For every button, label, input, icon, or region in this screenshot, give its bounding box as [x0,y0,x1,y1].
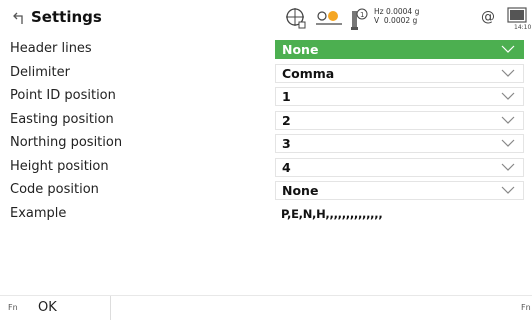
point-id-position-label: Point ID position [10,88,116,103]
page-title: Settings [31,8,102,26]
delimiter-select[interactable]: Comma [275,63,524,83]
point-id-position-value: 1 [282,89,291,104]
header-lines-value: None [282,42,319,57]
settings-list: Header lines None Delimiter Comma Point … [0,38,532,226]
row-point-id-position: Point ID position 1 [0,85,532,109]
battery-icon [507,7,527,23]
code-position-label: Code position [10,182,99,197]
back-icon[interactable] [13,11,25,25]
northing-position-label: Northing position [10,135,123,150]
ok-label: OK [38,300,57,315]
row-delimiter: Delimiter Comma [0,62,532,86]
delimiter-value: Comma [282,65,335,81]
point-id-position-select[interactable]: 1 [275,87,524,106]
prism-number: 1 [360,11,364,19]
row-example: Example P,E,N,H,,,,,,,,,,,,,, [0,203,532,227]
easting-position-select[interactable]: 2 [275,110,524,130]
northing-position-value: 3 [282,136,291,151]
chevron-down-icon [501,116,515,124]
chevron-down-icon [501,186,515,194]
row-northing-position: Northing position 3 [0,132,532,156]
chevron-down-icon [501,92,515,100]
northing-position-select[interactable]: 3 [275,134,524,153]
ok-button[interactable]: OK [30,296,111,320]
chevron-down-icon [501,69,515,77]
row-height-position: Height position 4 [0,156,532,180]
row-header-lines: Header lines None [0,38,532,62]
at-symbol[interactable]: @ [481,9,495,25]
title-bar: Settings 1 Hz 0.0004 g V 0.0002 g @ 14:1… [0,0,532,37]
fn-key-left[interactable]: Fn [8,303,18,312]
height-position-select[interactable]: 4 [275,157,524,177]
height-position-value: 4 [282,159,291,175]
example-value: P,E,N,H,,,,,,,,,,,,,, [281,206,383,221]
header-lines-select[interactable]: None [275,40,524,59]
height-position-label: Height position [10,158,109,174]
delimiter-label: Delimiter [10,64,70,80]
chevron-down-icon [501,163,515,171]
hz-readout: Hz 0.0004 g [374,7,420,16]
fn-key-right[interactable]: Fn [521,303,531,312]
code-position-value: None [282,183,319,198]
header-lines-label: Header lines [10,41,92,56]
code-position-select[interactable]: None [275,181,524,200]
prism-icon[interactable] [313,3,345,33]
target-search-icon[interactable] [283,3,307,33]
example-label: Example [10,205,67,221]
row-code-position: Code position None [0,179,532,203]
antenna-icon[interactable]: 1 [347,3,371,33]
easting-position-label: Easting position [10,111,114,127]
angle-readout: Hz 0.0004 g V 0.0002 g [374,7,419,25]
chevron-down-icon [501,45,515,53]
v-readout: V 0.0002 g [374,16,418,25]
clock: 14:10 [514,24,532,31]
bottom-bar: Fn OK Fn [0,295,532,321]
row-easting-position: Easting position 2 [0,109,532,133]
easting-position-value: 2 [282,112,291,128]
chevron-down-icon [501,139,515,147]
